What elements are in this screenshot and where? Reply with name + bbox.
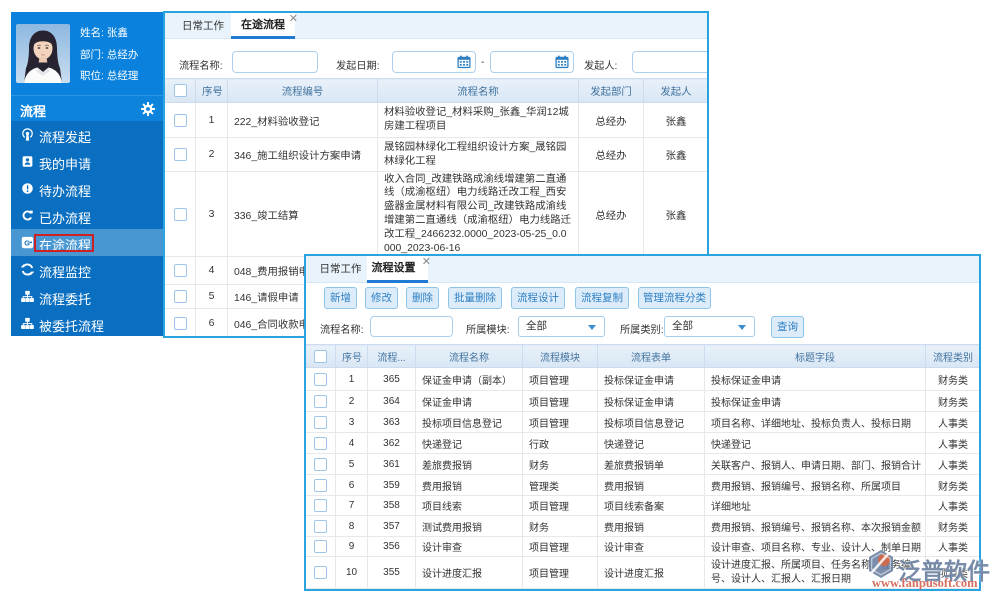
svg-text:G: G xyxy=(24,238,30,247)
